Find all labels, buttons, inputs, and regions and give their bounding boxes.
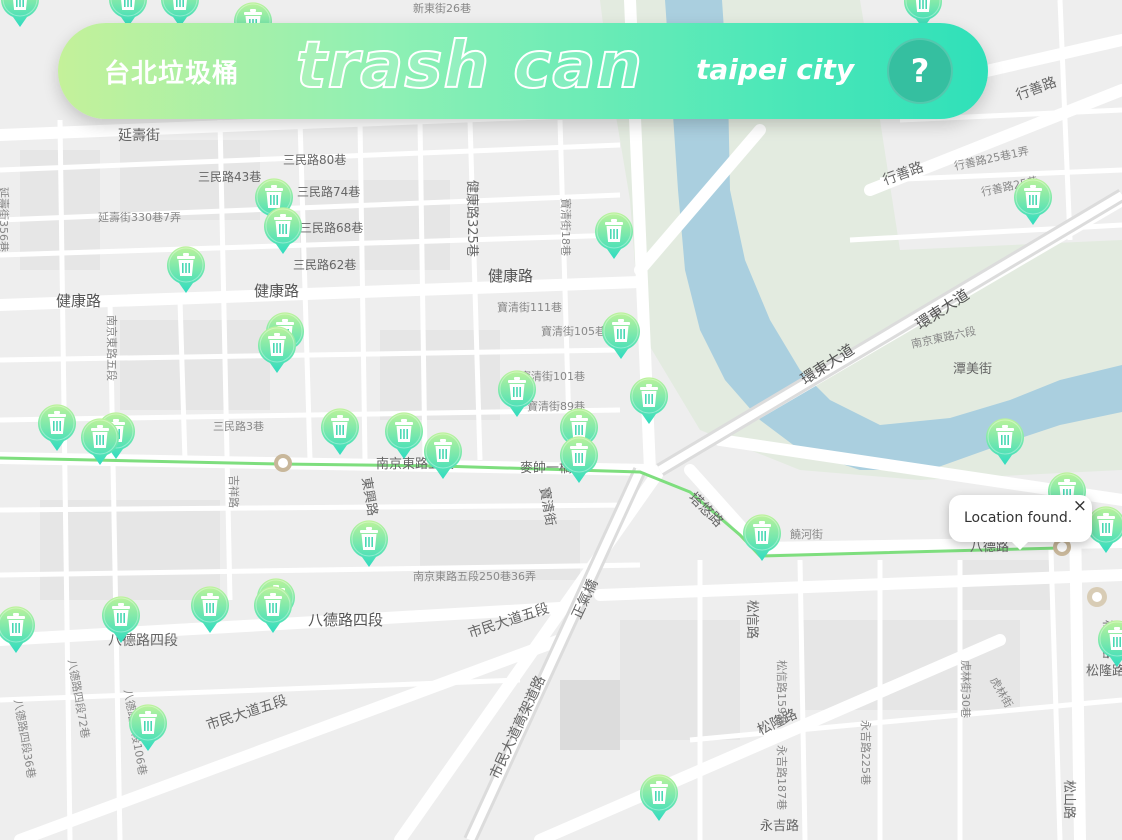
road-label: 虎林街30巷	[959, 660, 973, 718]
road-label: 南京東路五段	[105, 315, 119, 381]
app-title-zh: 台北垃圾桶	[104, 59, 240, 89]
road-label: 三民路74巷	[297, 184, 360, 199]
train-station-icon	[274, 454, 292, 472]
road-label: 三民路80巷	[283, 152, 346, 167]
road-label: 三民路43巷	[198, 169, 261, 184]
road-label: 健康路	[56, 292, 101, 310]
road-label: 健康路	[488, 267, 533, 285]
header-bar: 台北垃圾桶 trash can taipei city ?	[58, 23, 988, 119]
road-label: 八德路四段	[308, 611, 383, 629]
road-label: 健康路	[254, 282, 299, 300]
app-title-logo: trash can	[295, 28, 643, 104]
road-label: 饒河街	[790, 527, 823, 541]
road-label: 寶清街111巷	[497, 300, 562, 314]
close-icon[interactable]: ×	[1073, 496, 1087, 516]
map[interactable]: 延壽街 三民路80巷 三民路43巷 三民路74巷 延壽街330巷7弄 三民路68…	[0, 0, 1122, 840]
road-label: 潭美街	[953, 362, 992, 377]
popup-tip	[1011, 541, 1029, 550]
road-label: 三民路3巷	[213, 420, 264, 433]
road-label: 松信路159巷	[775, 660, 789, 725]
road-label: 永吉路187巷	[775, 745, 789, 810]
road-label: 延壽街356巷	[0, 187, 11, 252]
road-label: 寶清街18巷	[559, 198, 573, 256]
road-label: 松信路	[744, 600, 760, 639]
road-label: 新東街26巷	[413, 1, 471, 15]
road-label: 吉祥路	[227, 475, 241, 508]
road-label: 延壽街330巷7弄	[98, 210, 181, 224]
road-label: 三民路68巷	[300, 220, 363, 235]
road-label: 松山路	[1061, 780, 1077, 819]
road-label: 三民路62巷	[293, 257, 356, 272]
road-label: 健康路325巷	[464, 180, 480, 257]
road-label: 寶清街105巷	[541, 324, 606, 338]
road-label: 延壽街	[118, 128, 160, 144]
road-label: 南京東路五段250巷36弄	[413, 569, 536, 583]
help-button[interactable]: ?	[887, 38, 953, 104]
road-label: 永吉路225巷	[859, 720, 873, 785]
road-label: 永吉路	[760, 818, 799, 834]
popup-message: Location found.	[964, 510, 1073, 526]
train-station-icon	[1087, 587, 1107, 607]
location-popup: Location found. ×	[949, 495, 1092, 550]
app-subtitle: taipei city	[696, 53, 855, 86]
